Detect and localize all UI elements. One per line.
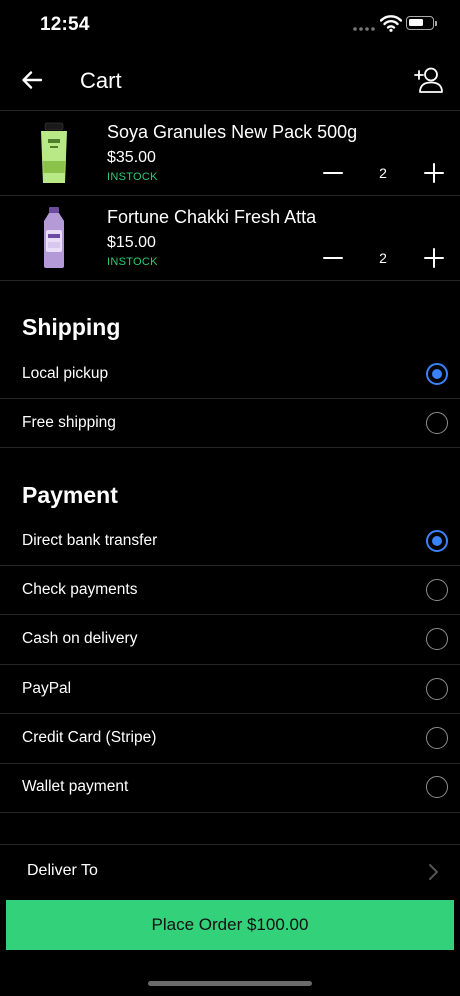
radio-button-wallet[interactable] [426,776,448,798]
divider [0,664,460,665]
radio-button-check-payments[interactable] [426,579,448,601]
stock-status: INSTOCK [107,171,158,183]
cellular-signal-icon [353,27,375,31]
payment-option-check-payments[interactable]: Check payments [22,581,137,599]
deliver-to-row[interactable]: Deliver To [27,862,98,880]
quantity-value: 2 [379,165,387,181]
cart-item-price: $15.00 [107,234,156,251]
shipping-option-local-pickup[interactable]: Local pickup [22,365,108,383]
back-arrow-icon[interactable] [20,68,44,92]
home-indicator[interactable] [148,981,312,986]
quantity-value: 2 [379,250,387,266]
cart-item-price: $35.00 [107,149,156,166]
payment-option-bank-transfer[interactable]: Direct bank transfer [22,532,157,550]
divider [0,447,460,448]
increase-quantity-icon[interactable] [423,247,445,269]
cart-item-name[interactable]: Soya Granules New Pack 500g [107,122,357,143]
divider [0,280,460,281]
wifi-icon [380,15,402,32]
divider [0,763,460,764]
radio-button-credit-card[interactable] [426,727,448,749]
payment-section-title: Payment [22,482,118,508]
divider [0,614,460,615]
product-thumbnail[interactable] [36,121,72,185]
payment-option-credit-card[interactable]: Credit Card (Stripe) [22,729,156,747]
battery-icon [406,16,437,30]
shipping-option-free-shipping[interactable]: Free shipping [22,414,116,432]
shipping-section-title: Shipping [22,314,121,340]
divider [0,812,460,813]
chevron-right-icon[interactable] [426,863,440,881]
radio-button-bank-transfer[interactable] [426,530,448,552]
place-order-button[interactable]: Place Order $100.00 [6,900,454,950]
increase-quantity-icon[interactable] [423,162,445,184]
product-thumbnail[interactable] [36,206,72,270]
radio-button-free-shipping[interactable] [426,412,448,434]
payment-option-cash-on-delivery[interactable]: Cash on delivery [22,630,137,648]
page-title: Cart [80,68,122,93]
status-time: 12:54 [40,14,90,35]
divider [0,195,460,196]
payment-option-wallet[interactable]: Wallet payment [22,778,128,796]
payment-option-paypal[interactable]: PayPal [22,680,71,698]
divider [0,398,460,399]
radio-button-local-pickup[interactable] [426,363,448,385]
divider [0,844,460,845]
add-user-icon[interactable] [414,66,444,94]
divider [0,110,460,111]
decrease-quantity-icon[interactable] [322,162,344,184]
divider [0,565,460,566]
radio-button-paypal[interactable] [426,678,448,700]
radio-button-cash-on-delivery[interactable] [426,628,448,650]
divider [0,713,460,714]
decrease-quantity-icon[interactable] [322,247,344,269]
stock-status: INSTOCK [107,256,158,268]
cart-item-name[interactable]: Fortune Chakki Fresh Atta [107,207,316,228]
